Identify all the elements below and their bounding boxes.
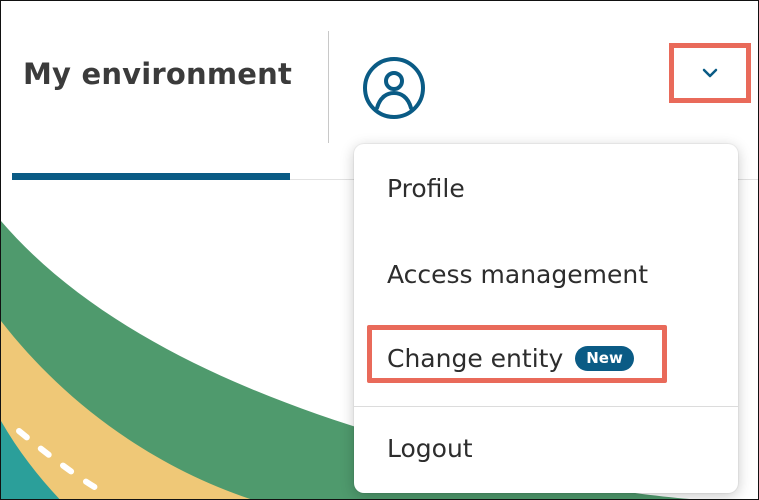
app-frame: My environment Profile Access management… — [0, 0, 759, 500]
menu-item-profile[interactable]: Profile — [387, 174, 465, 203]
menu-item-change-entity[interactable]: Change entity New — [387, 344, 634, 373]
active-tab-indicator — [12, 173, 290, 180]
menu-toggle-button[interactable] — [669, 43, 751, 103]
user-circle-icon[interactable] — [362, 56, 426, 120]
change-entity-label: Change entity — [387, 344, 564, 373]
menu-divider — [354, 406, 738, 407]
new-badge: New — [575, 346, 634, 371]
menu-item-access-management[interactable]: Access management — [387, 260, 648, 289]
chevron-down-icon — [702, 68, 718, 78]
menu-item-logout[interactable]: Logout — [387, 434, 473, 463]
vertical-separator — [328, 31, 329, 143]
tab-my-environment[interactable]: My environment — [23, 57, 292, 91]
user-dropdown-menu: Profile Access management Change entity … — [354, 144, 738, 493]
